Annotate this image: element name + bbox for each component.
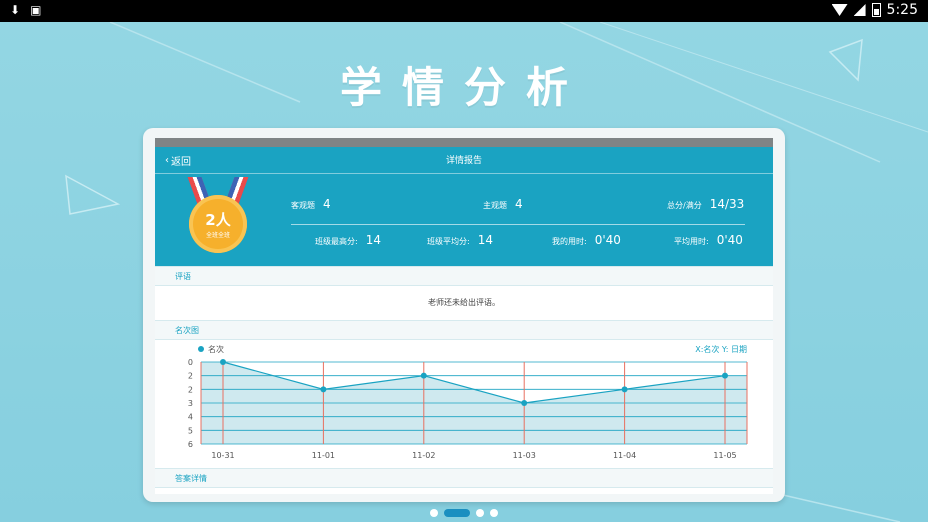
stat-label: 班级最高分: — [315, 237, 358, 246]
data-point — [320, 386, 327, 393]
legend-label: 名次 — [208, 344, 224, 354]
y-tick-label: 0 — [188, 358, 193, 367]
cell-signal-icon — [853, 4, 866, 16]
system-strip — [155, 138, 773, 147]
y-tick-label: 5 — [188, 426, 193, 435]
rank-section-label: 名次图 — [155, 320, 773, 340]
stat-class-max: 班级最高分: 14 — [315, 233, 381, 247]
x-tick-label: 11-02 — [412, 451, 435, 460]
stat-my-time: 我的用时: 0'40 — [552, 233, 621, 247]
stat-value: 4 — [323, 197, 331, 211]
hero-title: 学情分析 — [339, 63, 588, 112]
stat-label: 班级平均分: — [427, 237, 470, 246]
y-tick-label: 3 — [188, 399, 193, 408]
x-tick-label: 11-03 — [513, 451, 536, 460]
medal-badge: 2人 全班全班 — [185, 177, 251, 253]
data-point — [521, 400, 528, 406]
page-title: 详情报告 — [445, 156, 482, 166]
stat-label: 主观题 — [483, 201, 507, 210]
stat-value: 0'40 — [594, 233, 621, 247]
page-dot[interactable] — [476, 509, 484, 517]
medal-rank: 2人 — [205, 211, 231, 229]
stat-value: 0'40 — [716, 233, 743, 247]
data-point — [420, 372, 427, 379]
rank-chart-svg: 名次 X:名次 Y: 日期 0 2 2 3 4 5 6 10-31 11-01 11-02 11-03 1… — [188, 344, 748, 460]
teacher-comment: 老师还未给出评语。 — [428, 298, 500, 307]
status-time: 5:25 — [886, 2, 918, 18]
page-dot[interactable] — [490, 509, 498, 517]
page-indicator — [430, 509, 498, 517]
answer-section-label: 答案详情 — [155, 468, 773, 488]
stat-label: 平均用时: — [674, 237, 709, 246]
data-point — [621, 386, 628, 393]
status-bar: ⬇ ▣ 5:25 — [0, 0, 928, 22]
tablet-frame: ‹ 返回 详情报告 2人 全班全班 客观题 4 主观题 4 总分/满分 14/33 — [143, 128, 785, 502]
stat-value: 14 — [365, 233, 381, 247]
stat-subjective: 主观题 4 — [483, 197, 523, 211]
comment-section-label: 评语 — [155, 266, 773, 286]
stat-objective: 客观题 4 — [291, 197, 331, 211]
page-dot[interactable] — [444, 509, 470, 517]
stat-value: 14 — [477, 233, 493, 247]
download-icon: ⬇ — [10, 3, 21, 17]
stat-value: 14/33 — [709, 197, 745, 211]
data-point — [220, 359, 226, 365]
stat-avg-time: 平均用时: 0'40 — [674, 233, 743, 247]
wifi-icon — [831, 4, 848, 16]
report-header: ‹ 返回 详情报告 2人 全班全班 客观题 4 主观题 4 总分/满分 14/33 — [155, 147, 773, 266]
header-divider — [155, 173, 773, 174]
data-point — [722, 372, 728, 379]
medal-icon: 2人 全班全班 — [189, 195, 247, 253]
x-tick-label: 11-04 — [613, 451, 636, 460]
x-tick-label: 11-05 — [713, 451, 736, 460]
notification-icon: ▣ — [30, 3, 42, 17]
y-tick-label: 2 — [188, 385, 193, 394]
x-tick-label: 10-31 — [211, 451, 234, 460]
page-dot[interactable] — [430, 509, 438, 517]
stat-total: 总分/满分 14/33 — [667, 197, 744, 211]
y-tick-label: 6 — [188, 440, 193, 449]
stat-label: 我的用时: — [552, 237, 587, 246]
axis-note: X:名次 Y: 日期 — [695, 344, 747, 354]
stat-label: 总分/满分 — [667, 201, 702, 210]
battery-icon — [871, 3, 881, 17]
y-tick-label: 2 — [188, 372, 193, 381]
x-tick-label: 11-01 — [312, 451, 335, 460]
y-tick-label: 4 — [188, 413, 193, 422]
rank-chart: 名次 X:名次 Y: 日期 0 2 2 3 4 5 6 10-31 11-01 11-02 11-03 1… — [155, 340, 773, 468]
medal-sub: 全班全班 — [205, 232, 230, 239]
stat-class-avg: 班级平均分: 14 — [427, 233, 493, 247]
stat-label: 客观题 — [291, 201, 315, 210]
legend-dot — [198, 346, 204, 352]
stats-divider — [291, 224, 745, 225]
app-screen: ‹ 返回 详情报告 2人 全班全班 客观题 4 主观题 4 总分/满分 14/33 — [155, 138, 773, 494]
stat-value: 4 — [515, 197, 523, 211]
